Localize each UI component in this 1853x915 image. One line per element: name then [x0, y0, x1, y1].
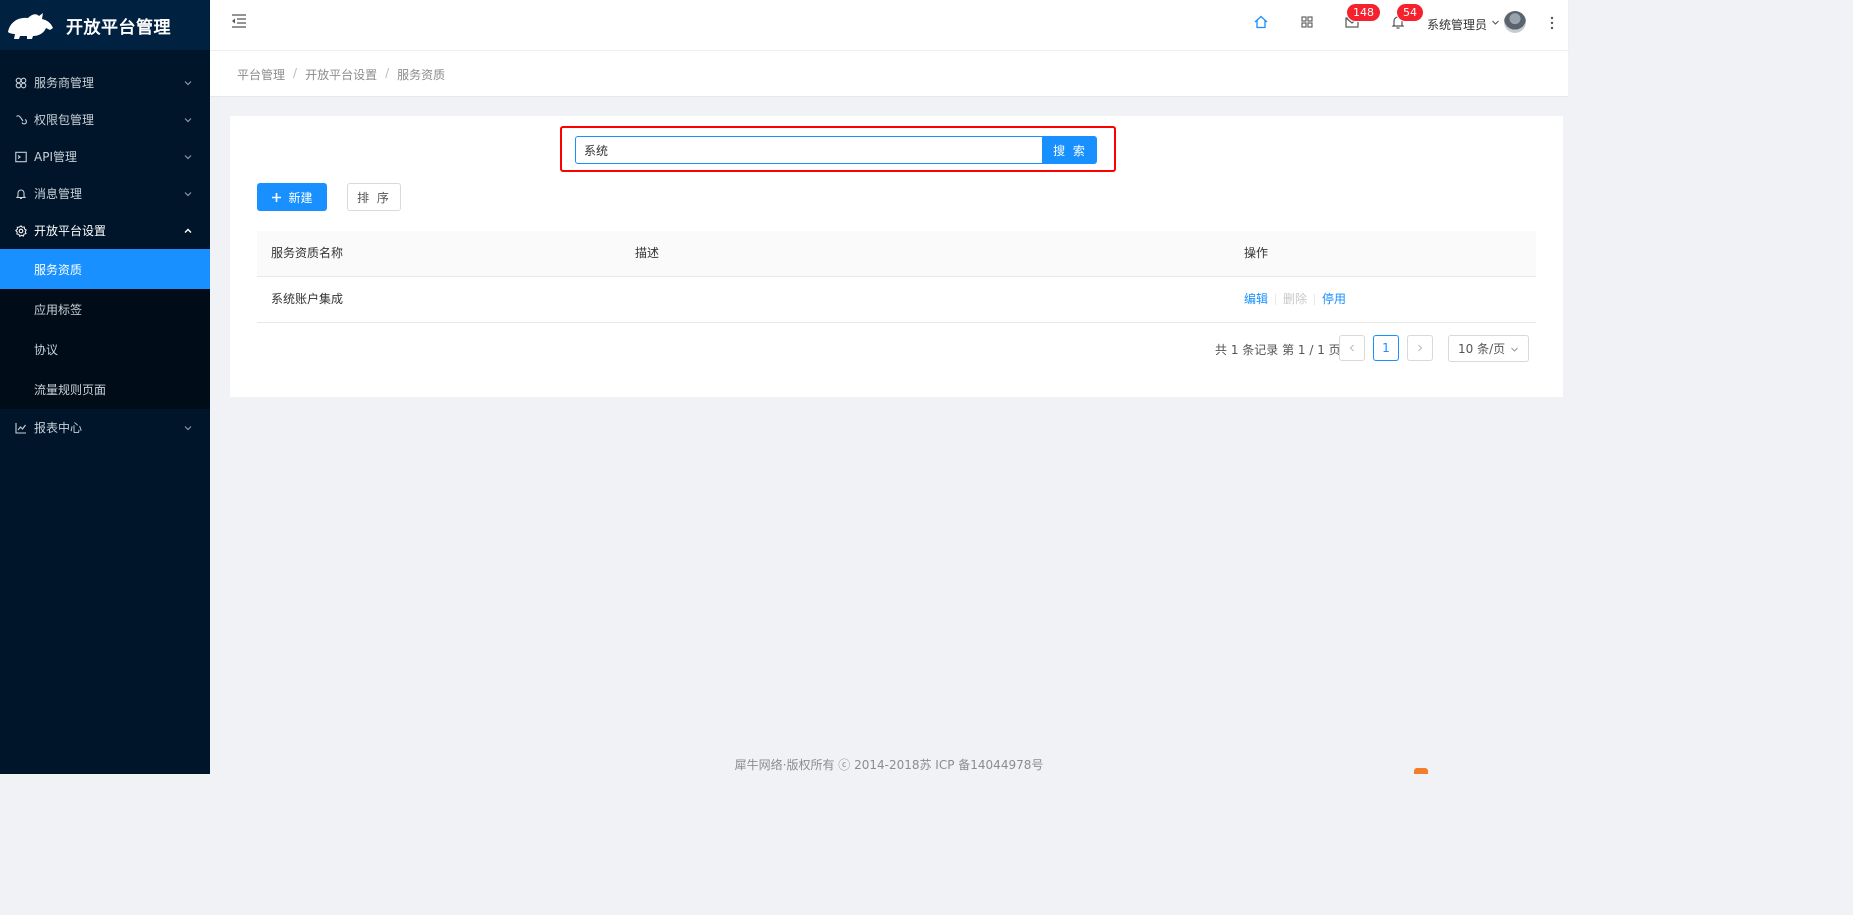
column-header-description: 描述	[635, 246, 660, 260]
delete-link: 删除	[1283, 292, 1308, 306]
chevron-left-icon	[1349, 344, 1354, 352]
page-number-button[interactable]: 1	[1373, 335, 1399, 361]
sidebar-menu: 服务商管理 权限包管理 API管理 消息管理 开放平台设置 服务资质 应用标签 …	[0, 64, 210, 446]
bell-icon	[14, 187, 27, 200]
sort-button[interactable]: 排 序	[347, 183, 401, 211]
more-vertical-icon[interactable]	[1546, 14, 1558, 32]
chevron-down-icon	[184, 191, 192, 196]
breadcrumb-item[interactable]: 平台管理	[237, 66, 285, 83]
new-button-label: 新建	[288, 190, 313, 205]
column-header-name: 服务资质名称	[271, 246, 344, 260]
sidebar-item-message[interactable]: 消息管理	[0, 175, 210, 212]
link-icon	[14, 113, 27, 126]
pagination-total: 共 1 条记录 第 1 / 1 页	[1215, 343, 1341, 357]
sidebar-item-label: 权限包管理	[34, 113, 95, 127]
breadcrumb-bar: 平台管理 / 开放平台设置 / 服务资质	[210, 50, 1568, 97]
cell-name: 系统账户集成	[271, 292, 344, 306]
chevron-down-icon	[184, 80, 192, 85]
next-page-button[interactable]	[1407, 335, 1433, 361]
sidebar-item-permission[interactable]: 权限包管理	[0, 101, 210, 138]
breadcrumb-item[interactable]: 开放平台设置	[305, 66, 377, 83]
search-button[interactable]: 搜 索	[1043, 136, 1097, 164]
sidebar-item-platform-settings[interactable]: 开放平台设置	[0, 212, 210, 249]
table-row: 系统账户集成 编辑 删除 停用	[257, 277, 1536, 323]
sidebar-item-reports[interactable]: 报表中心	[0, 409, 210, 446]
line-chart-icon	[14, 421, 27, 434]
chevron-down-icon	[184, 154, 192, 159]
search-input[interactable]	[575, 136, 1043, 164]
cell-actions: 编辑 删除 停用	[1244, 277, 1346, 322]
chevron-down-icon	[184, 425, 192, 430]
sidebar-item-traffic-rules[interactable]: 流量规则页面	[0, 369, 210, 409]
chevron-up-icon	[184, 228, 192, 233]
bell-badge: 54	[1397, 4, 1423, 21]
chevron-down-icon[interactable]	[1491, 18, 1500, 27]
sidebar-item-label: 服务商管理	[34, 76, 95, 90]
user-name[interactable]: 系统管理员	[1427, 16, 1487, 33]
menu-fold-icon[interactable]	[230, 12, 248, 30]
sidebar-item-agreement[interactable]: 协议	[0, 329, 210, 369]
breadcrumb-separator: /	[293, 66, 298, 80]
content-card: 搜 索 新建 排 序 服务资质名称 描述 操作 系统账户集成 编辑 删除 停用 …	[230, 116, 1563, 397]
plus-icon	[272, 192, 282, 202]
page-size-select[interactable]: 10 条/页	[1448, 335, 1529, 362]
mail-badge: 148	[1347, 4, 1380, 21]
breadcrumb: 平台管理 / 开放平台设置 / 服务资质	[237, 66, 445, 83]
cluster-icon	[14, 76, 27, 89]
qualification-table: 服务资质名称 描述 操作 系统账户集成 编辑 删除 停用	[257, 231, 1536, 323]
sidebar: 开放平台管理 服务商管理 权限包管理 API管理 消息管理 开放平台设置 服务资…	[0, 0, 210, 774]
disable-link[interactable]: 停用	[1322, 277, 1346, 322]
sidebar-item-app-tags[interactable]: 应用标签	[0, 289, 210, 329]
new-button[interactable]: 新建	[257, 183, 327, 211]
chevron-down-icon	[184, 117, 192, 122]
grid-icon[interactable]	[1299, 14, 1315, 30]
page-size-value: 10 条/页	[1458, 342, 1506, 356]
sidebar-item-label: 报表中心	[34, 421, 83, 435]
footer-copyright: 犀牛网络·版权所有 ⓒ 2014-2018苏 ICP 备14044978号	[734, 758, 1044, 772]
sidebar-item-service-qualification[interactable]: 服务资质	[0, 249, 210, 289]
table-header: 服务资质名称 描述 操作	[257, 231, 1536, 277]
sidebar-item-api[interactable]: API管理	[0, 138, 210, 175]
sidebar-item-provider[interactable]: 服务商管理	[0, 64, 210, 101]
corner-widget[interactable]	[1414, 768, 1428, 774]
top-header: 148 54 系统管理员	[210, 0, 1568, 50]
home-icon[interactable]	[1253, 14, 1269, 30]
brand-title: 开放平台管理	[66, 17, 171, 38]
terminal-icon	[14, 150, 27, 163]
sidebar-item-label: API管理	[34, 150, 77, 164]
edit-link[interactable]: 编辑	[1244, 277, 1268, 322]
breadcrumb-current: 服务资质	[397, 68, 446, 82]
avatar[interactable]	[1504, 11, 1526, 33]
chevron-right-icon	[1418, 344, 1423, 352]
gear-icon	[14, 224, 27, 237]
action-divider	[1314, 294, 1316, 305]
breadcrumb-separator: /	[385, 66, 390, 80]
column-header-actions: 操作	[1244, 246, 1269, 260]
chevron-down-icon	[1511, 347, 1518, 352]
prev-page-button[interactable]	[1339, 335, 1365, 361]
rhino-logo-icon	[8, 13, 53, 39]
platform-settings-submenu: 服务资质 应用标签 协议 流量规则页面	[0, 249, 210, 409]
brand-logo[interactable]: 开放平台管理	[0, 0, 210, 50]
action-divider	[1275, 294, 1277, 305]
sidebar-item-label: 开放平台设置	[34, 224, 107, 238]
sidebar-item-label: 消息管理	[34, 187, 83, 201]
